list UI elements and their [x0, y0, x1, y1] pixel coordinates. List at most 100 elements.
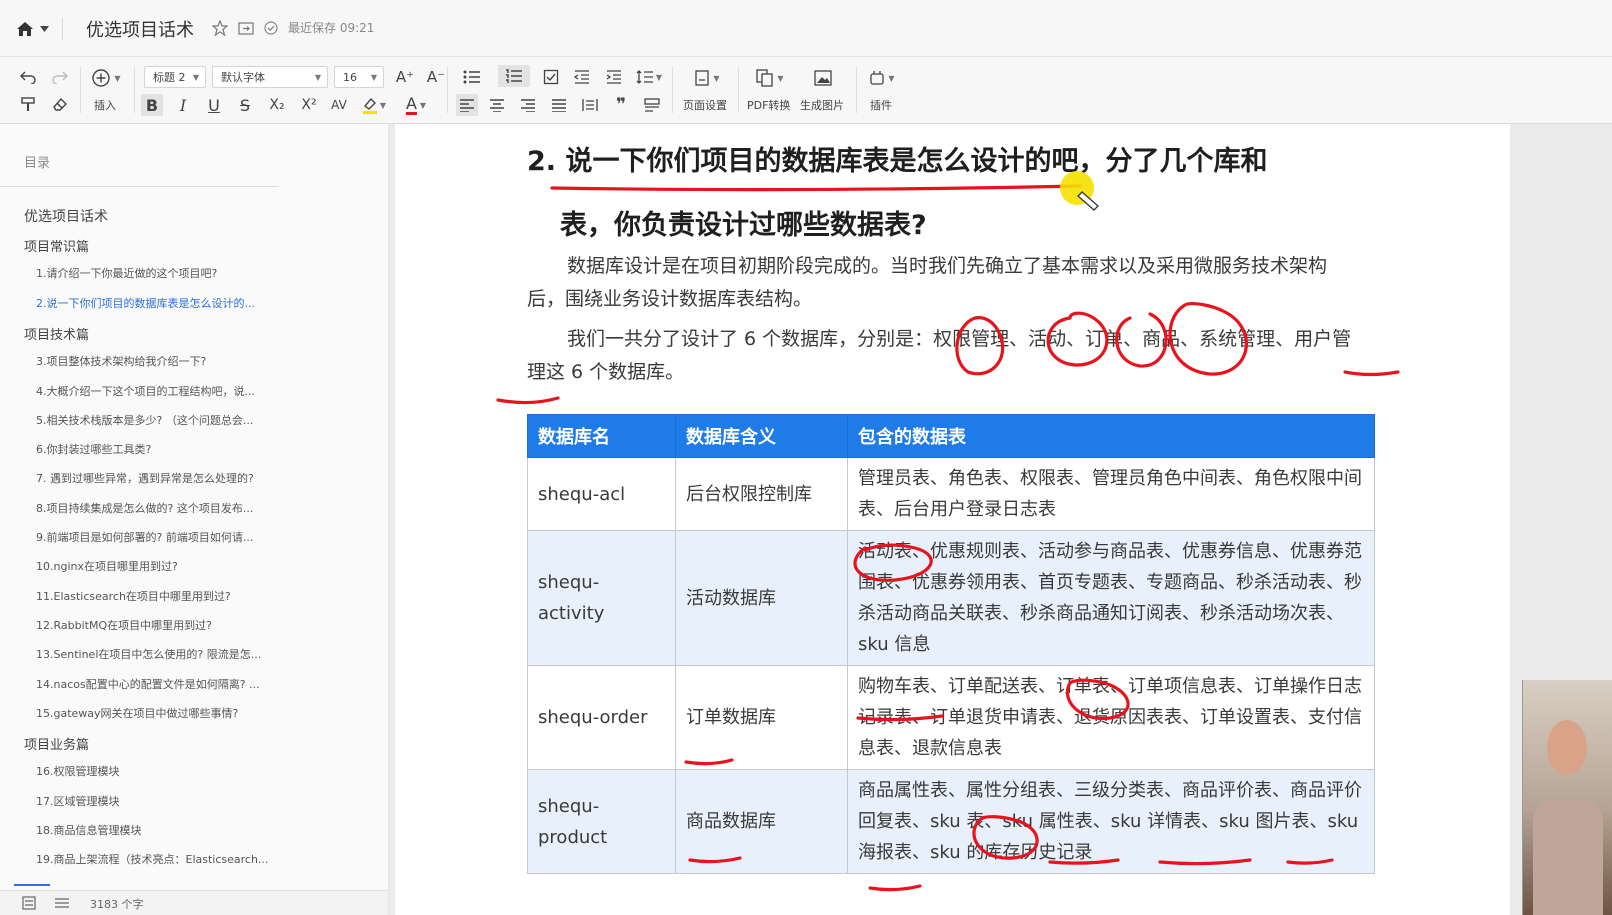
generate-image-button[interactable] [812, 67, 834, 89]
toc-item[interactable]: 15.gateway网关在项目中做过哪些事情? [36, 705, 238, 721]
toc-item[interactable]: 11.Elasticsearch在项目中哪里用到过? [36, 588, 231, 604]
toc-root[interactable]: 优选项目话术 [24, 206, 108, 226]
toc-item[interactable]: 5.相关技术栈版本是多少? （这个问题总会... [36, 412, 253, 428]
page-setup-icon [695, 70, 710, 86]
toc-section[interactable]: 项目常识篇 [24, 236, 89, 255]
toc-item[interactable]: 17.区域管理模块 [36, 793, 120, 809]
bold-button[interactable]: B [141, 94, 163, 116]
plugin-icon [870, 71, 885, 85]
chevron-down-icon: ▼ [370, 73, 377, 82]
toc-item[interactable]: 1.请介绍一下你最近做的这个项目吧? [36, 265, 217, 281]
home-button[interactable] [16, 18, 49, 40]
quote-button[interactable]: ❞ [610, 94, 632, 116]
table-of-contents: 目录 优选项目话术 项目常识篇 1.请介绍一下你最近做的这个项目吧? 2.说一下你们… [0, 124, 389, 915]
clear-format-button[interactable] [50, 94, 70, 114]
generate-image-label: 生成图片 [800, 99, 844, 112]
home-icon [17, 22, 33, 36]
redo-button[interactable] [50, 67, 70, 87]
presenter-body [1533, 800, 1603, 915]
toc-item[interactable]: 12.RabbitMQ在项目中哪里用到过? [36, 617, 212, 633]
task-list-button[interactable] [541, 67, 561, 87]
heading-style-select[interactable]: 标题 2 ▼ [144, 66, 206, 88]
justify-button[interactable] [548, 94, 570, 116]
font-family-select[interactable]: 默认字体 ▼ [212, 66, 328, 88]
toc-item[interactable]: 13.Sentinel在项目中怎么使用的? 限流是怎... [36, 646, 261, 662]
italic-button[interactable]: I [172, 94, 194, 116]
outline-icon[interactable] [22, 896, 36, 910]
toc-item[interactable]: 16.权限管理模块 [36, 763, 120, 779]
column-header: 包含的数据表 [847, 414, 1375, 458]
underline-icon: U [208, 95, 220, 115]
quote-icon: ❞ [616, 95, 626, 115]
move-folder-icon[interactable] [238, 21, 254, 35]
decrease-font-button[interactable]: A⁻ [426, 67, 446, 87]
pdf-convert-button[interactable]: ▼ [752, 67, 788, 89]
toc-item[interactable]: 3.项目整体技术架构给我介绍一下? [36, 353, 206, 369]
toc-item[interactable]: 9.前端项目是如何部署的? 前端项目如何请... [36, 529, 253, 545]
strikethrough-button[interactable]: S [234, 94, 256, 116]
toc-item[interactable]: 14.nacos配置中心的配置文件是如何隔离? ... [36, 676, 260, 692]
outdent-button[interactable] [572, 67, 592, 87]
toc-item[interactable]: 7. 遇到过哪些异常，遇到异常是怎么处理的? [36, 470, 254, 486]
toc-item[interactable]: 6.你封装过哪些工具类? [36, 441, 151, 457]
db-name-cell: shequ-acl [527, 457, 676, 531]
table-row: shequ-order 订单数据库 购物车表、订单配送表、订单表、订单项信息表、… [527, 665, 1375, 770]
column-header: 数据库名 [527, 414, 676, 458]
line-height-button[interactable]: ▼ [634, 67, 664, 87]
db-name-cell: shequ-activity [527, 530, 676, 666]
toc-section[interactable]: 项目业务篇 [24, 734, 89, 753]
presenter-face [1547, 720, 1587, 775]
highlight-color-button[interactable]: ▼ [360, 94, 388, 116]
numbered-list-button[interactable] [498, 65, 530, 87]
letter-spacing-button[interactable]: AV [328, 94, 350, 116]
database-table: 数据库名 数据库含义 包含的数据表 shequ-acl 后台权限控制库 管理员表… [527, 414, 1375, 874]
format-painter-button[interactable] [18, 94, 38, 114]
insert-button[interactable]: ▼ [88, 67, 124, 89]
table-row: shequ-product 商品数据库 商品属性表、属性分组表、三级分类表、商品… [527, 769, 1375, 874]
document-page[interactable]: 2. 说一下你们项目的数据库表是怎么设计的吧，分了几个库和 表，你负责设计过哪些… [395, 124, 1510, 915]
font-size-select[interactable]: 16 ▼ [334, 66, 384, 88]
horizontal-rule-button[interactable] [641, 94, 663, 116]
superscript-icon: X² [301, 97, 317, 113]
toc-section[interactable]: 项目技术篇 [24, 324, 89, 343]
star-icon[interactable] [212, 19, 228, 36]
toc-item[interactable]: 19.商品上架流程（技术亮点：Elasticsearch... [36, 851, 268, 867]
subscript-button[interactable]: X₂ [266, 94, 288, 116]
saved-check-icon [264, 20, 278, 35]
plugin-button[interactable]: ▼ [864, 67, 900, 89]
toc-item[interactable]: 4.大概介绍一下这个项目的工程结构吧，说... [36, 383, 255, 399]
pdf-convert-icon [756, 69, 774, 87]
bullet-list-button[interactable] [458, 67, 486, 87]
align-center-button[interactable] [486, 94, 508, 116]
undo-button[interactable] [18, 67, 38, 87]
divider [856, 67, 857, 113]
strikethrough-icon: S [239, 95, 251, 115]
checkbox-icon [543, 69, 559, 85]
page-setup-button[interactable]: ▼ [690, 67, 724, 89]
heading-style-value: 标题 2 [153, 71, 186, 84]
bold-icon: B [145, 95, 159, 115]
toc-item[interactable]: 8.项目持续集成是怎么做的? 这个项目发布... [36, 500, 253, 516]
page-view-icon[interactable] [54, 896, 70, 910]
outdent-icon [574, 70, 589, 84]
db-name-cell: shequ-product [527, 769, 676, 874]
distribute-button[interactable] [579, 94, 601, 116]
justify-icon [552, 98, 566, 112]
toc-item[interactable]: 18.商品信息管理模块 [36, 822, 142, 838]
indent-button[interactable] [604, 67, 624, 87]
db-meaning-cell: 订单数据库 [675, 665, 848, 770]
numbered-list-icon [506, 69, 522, 83]
underline-button[interactable]: U [203, 94, 225, 116]
db-name-cell: shequ-order [527, 665, 676, 770]
document-title[interactable]: 优选项目话术 [86, 16, 194, 42]
font-color-button[interactable]: A ▼ [402, 94, 430, 116]
align-right-button[interactable] [517, 94, 539, 116]
font-size-value: 16 [343, 71, 357, 84]
db-meaning-cell: 商品数据库 [675, 769, 848, 874]
increase-font-button[interactable]: A⁺ [395, 67, 415, 87]
superscript-button[interactable]: X² [298, 94, 320, 116]
toc-item[interactable]: 2.说一下你们项目的数据库表是怎么设计的... [36, 295, 255, 311]
align-left-button[interactable] [456, 94, 478, 116]
heading-line-1: 2. 说一下你们项目的数据库表是怎么设计的吧，分了几个库和 [527, 146, 1268, 177]
toc-item[interactable]: 10.nginx在项目哪里用到过? [36, 558, 178, 574]
